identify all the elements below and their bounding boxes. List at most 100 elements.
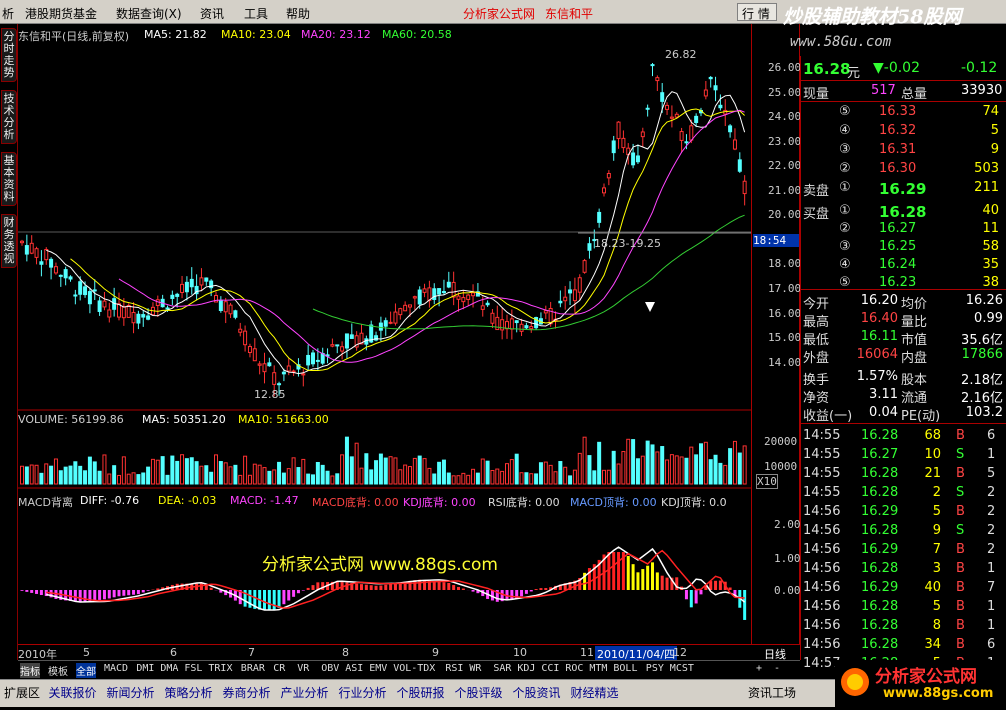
indicator-tab[interactable]: 模板	[48, 663, 68, 678]
stock-title: 东信和平	[545, 5, 593, 22]
tab-basic-info[interactable]: 基本资料	[1, 152, 17, 206]
volume-bar	[491, 471, 494, 484]
info-factory-button[interactable]: 资讯工场	[748, 684, 796, 701]
macd-bar	[544, 588, 547, 590]
volume-bar	[559, 462, 562, 484]
bottom-tab[interactable]: 个股研报	[397, 684, 445, 701]
buy-level: ⑤16.2338	[801, 275, 1006, 293]
stat-row: 收益(一)0.04PE(动)103.2	[801, 405, 1006, 423]
volume-bar	[137, 475, 140, 484]
indicator-tab[interactable]: 全部	[76, 663, 96, 678]
indicator-tab[interactable]: CR	[273, 663, 285, 674]
kdj-top-div: KDJ顶背: 0.0	[661, 494, 727, 510]
bottom-tab[interactable]: 个股评级	[455, 684, 503, 701]
tick-side: S	[956, 523, 964, 538]
chart-area[interactable]: 东信和平(日线,前复权) MA5: 21.82 MA10: 23.04 MA20…	[18, 24, 751, 644]
menu-item-info[interactable]: 资讯	[200, 5, 224, 22]
zoom-in-button[interactable]: +	[756, 663, 762, 674]
y-tick: 21.00	[768, 184, 801, 197]
volume-bar	[127, 474, 130, 484]
bottom-tab[interactable]: 财经精选	[571, 684, 619, 701]
indicator-tab[interactable]: VOL-TDX	[393, 663, 435, 674]
macd-bar	[438, 582, 441, 590]
candle-body	[442, 292, 445, 293]
indicator-tab[interactable]: PSY	[646, 663, 664, 674]
volume-bar	[690, 447, 693, 484]
bottom-tab[interactable]: 关联报价	[49, 684, 97, 701]
quote-page-button[interactable]: 行 情	[737, 3, 777, 21]
volume-bars	[21, 437, 747, 484]
indicator-tab[interactable]: CCI	[541, 663, 559, 674]
logo-url: www.88gs.com	[883, 686, 993, 701]
stat-value: 16.40	[853, 311, 898, 326]
indicator-tab[interactable]: ROC	[565, 663, 583, 674]
indicator-tab[interactable]: TRIX	[208, 663, 232, 674]
menu-item-hk-futures[interactable]: 港股期货基金	[25, 5, 97, 22]
bottom-tab[interactable]: 行业分析	[339, 684, 387, 701]
indicator-tab[interactable]: EMV	[369, 663, 387, 674]
candle-body	[205, 278, 208, 281]
indicator-tab[interactable]: ASI	[345, 663, 363, 674]
indicator-tab[interactable]: MACD	[104, 663, 128, 674]
level-number: ④	[839, 123, 851, 138]
candle-body	[93, 290, 96, 291]
bottom-tab[interactable]: 新闻分析	[107, 684, 155, 701]
bottom-tab[interactable]: 策略分析	[165, 684, 213, 701]
volume-bar	[355, 443, 358, 484]
indicator-tab[interactable]: OBV	[321, 663, 339, 674]
bottom-tab[interactable]: 个股资讯	[513, 684, 561, 701]
level-number: ①	[839, 180, 851, 195]
macd-bar	[205, 585, 208, 590]
bottom-tab[interactable]: 券商分析	[223, 684, 271, 701]
volume-bar	[40, 473, 43, 484]
tick-time: 14:55	[803, 428, 840, 443]
indicator-tab[interactable]: MCST	[670, 663, 694, 674]
tick-price: 16.28	[861, 466, 898, 481]
volume-bar	[345, 437, 348, 484]
tick-row: 14:5616.297B2	[801, 542, 1006, 560]
volume-bar	[413, 458, 416, 484]
indicator-tab[interactable]: MTM	[589, 663, 607, 674]
volume-bar	[685, 458, 688, 484]
indicator-tab[interactable]: WR	[469, 663, 481, 674]
menu-item-help[interactable]: 帮助	[286, 5, 310, 22]
macd-bar	[714, 581, 717, 590]
tick-count: 2	[987, 485, 995, 500]
candle-body	[510, 319, 513, 329]
candle-body	[122, 307, 125, 318]
indicator-tab[interactable]: FSL	[184, 663, 202, 674]
zoom-out-button[interactable]: -	[774, 663, 780, 674]
stat-label: 最高	[803, 311, 829, 330]
macd-bar	[365, 585, 368, 590]
bottom-tab[interactable]: 扩展区	[4, 684, 40, 701]
candle-body	[506, 322, 509, 329]
stat-label: 净资	[803, 387, 829, 406]
indicator-tab[interactable]: VR	[297, 663, 309, 674]
menu-item-data-query[interactable]: 数据查询(X)	[116, 5, 182, 22]
indicator-tab[interactable]: DMA	[160, 663, 178, 674]
indicator-tab[interactable]: KDJ	[517, 663, 535, 674]
tab-technical[interactable]: 技术分析	[1, 90, 17, 144]
bottom-tab[interactable]: 产业分析	[281, 684, 329, 701]
candle-body	[181, 284, 184, 292]
now-volume: 517	[871, 83, 896, 98]
candle-body	[142, 315, 145, 317]
tab-intraday[interactable]: 分时走势	[1, 28, 17, 82]
indicator-tab[interactable]: SAR	[493, 663, 511, 674]
indicator-tab[interactable]: BRAR	[241, 663, 265, 674]
indicator-tab[interactable]: DMI	[136, 663, 154, 674]
macd-bar	[447, 583, 450, 590]
volume-bar	[515, 454, 518, 484]
menu-item-analysis[interactable]: 析	[2, 5, 14, 22]
menu-item-tools[interactable]: 工具	[244, 5, 268, 22]
stat-value: 0.04	[853, 405, 898, 420]
indicator-tab[interactable]: 指标	[20, 663, 40, 678]
tab-financial[interactable]: 财务透视	[1, 214, 17, 268]
volume-bar	[30, 465, 33, 484]
sell-volume: 74	[982, 104, 999, 119]
indicator-tab[interactable]: BOLL	[613, 663, 637, 674]
stat-value: 16.11	[853, 329, 898, 344]
volume-bar	[743, 446, 746, 484]
indicator-tab[interactable]: RSI	[445, 663, 463, 674]
tick-volume: 9	[913, 523, 941, 538]
